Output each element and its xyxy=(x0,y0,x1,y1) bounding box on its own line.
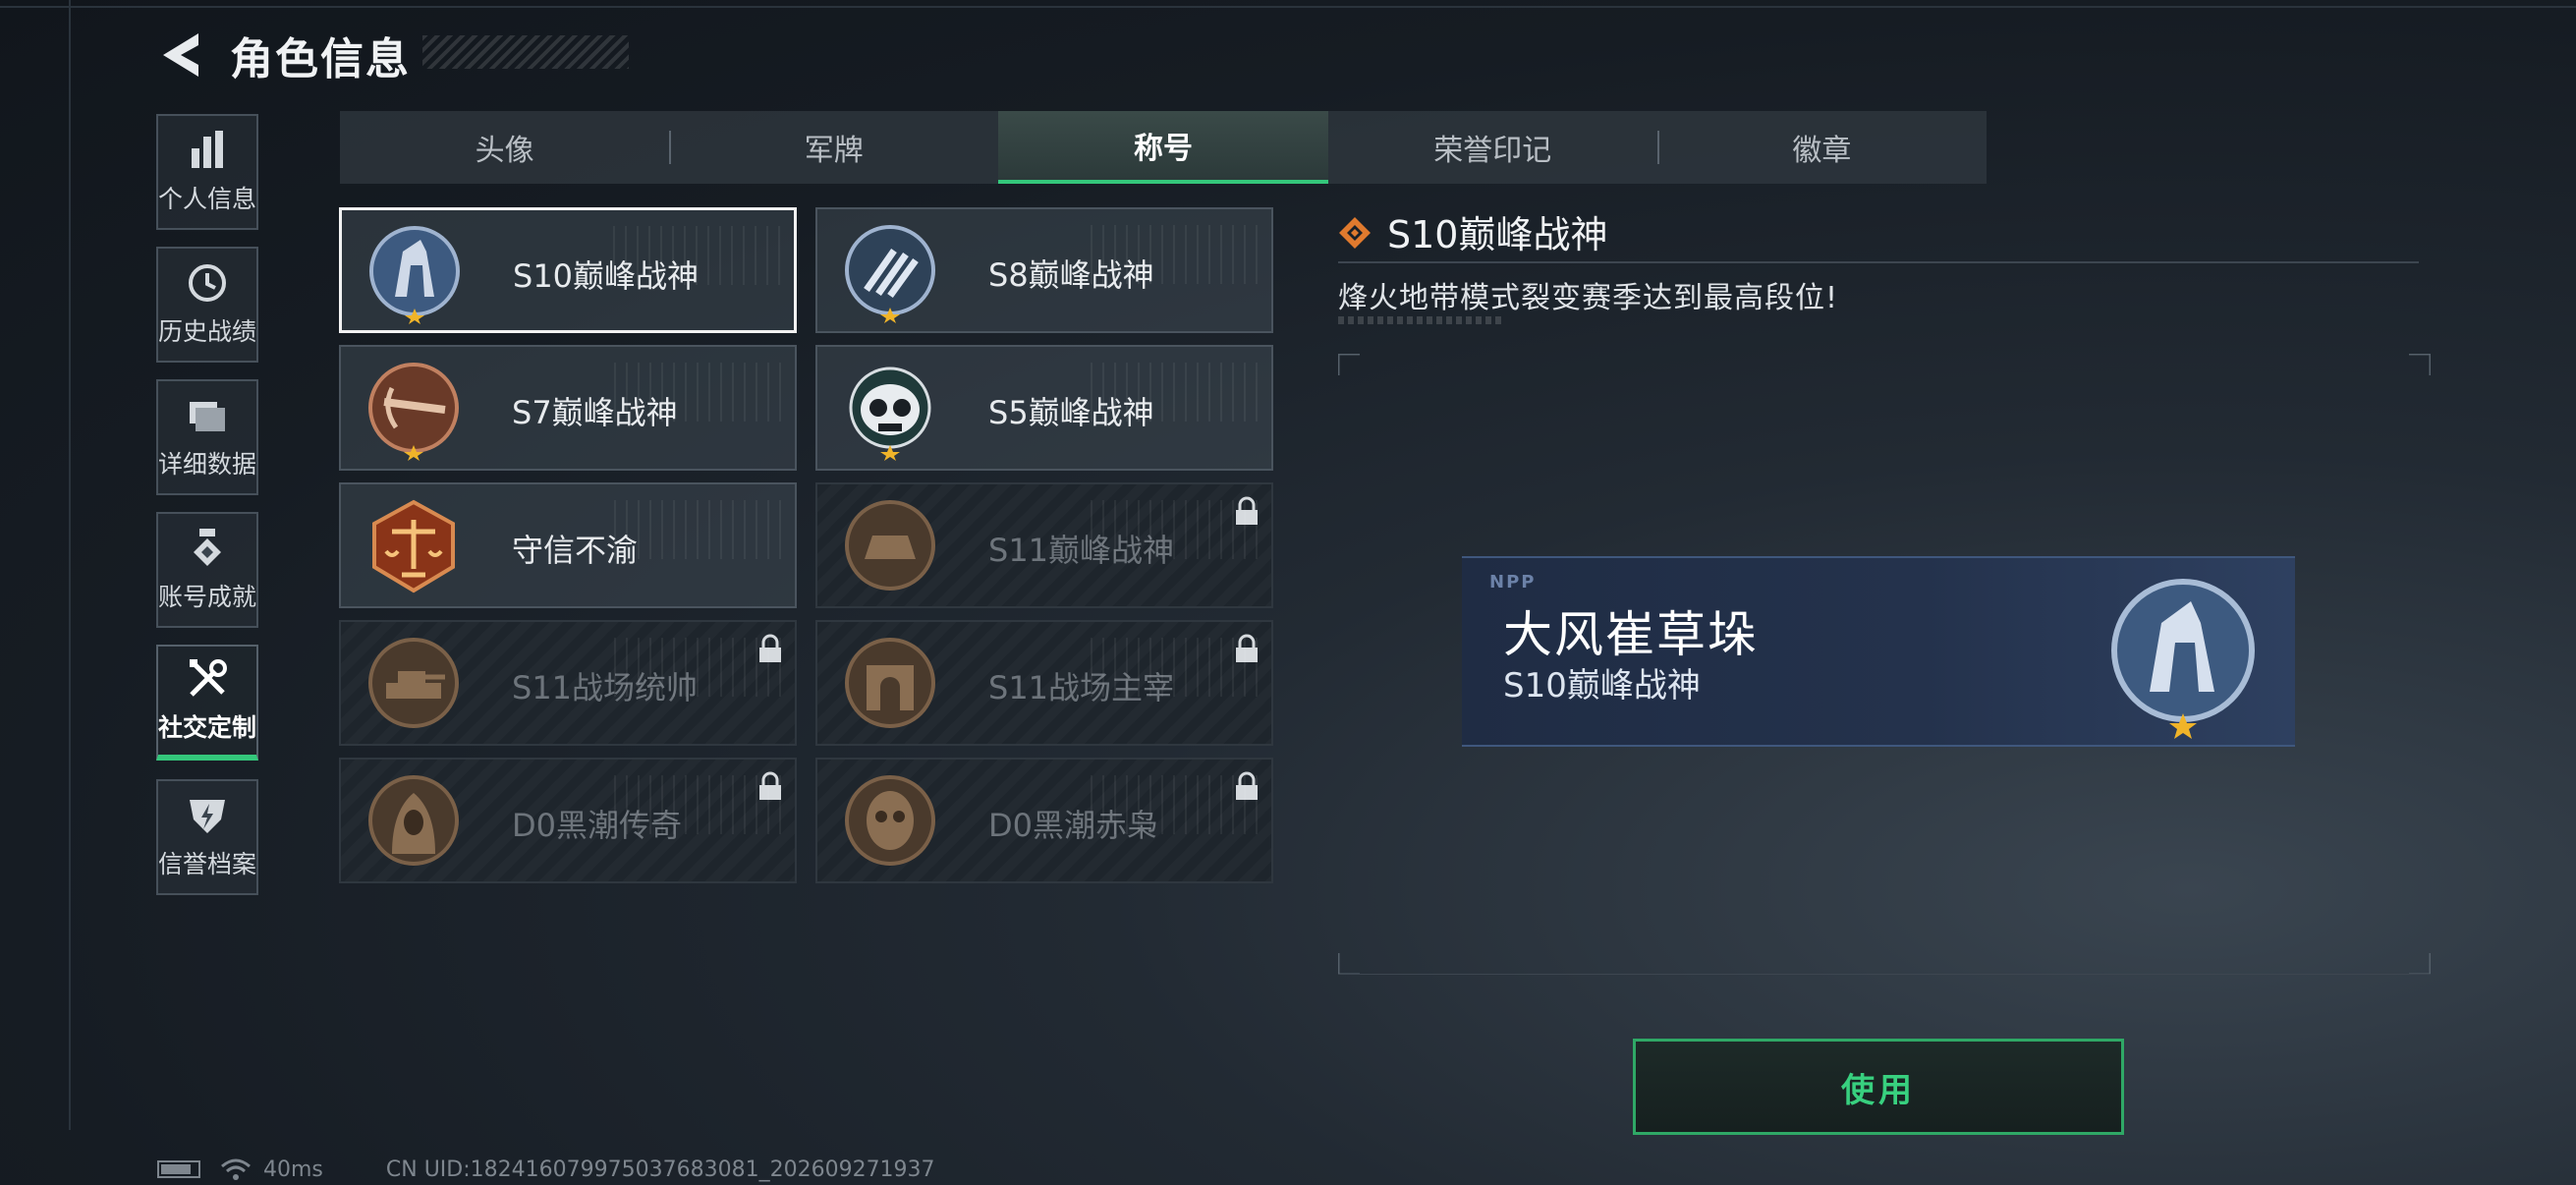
hooded-figure-emblem-icon xyxy=(368,775,459,866)
title-card-locked[interactable]: D0黑潮传奇 xyxy=(339,758,797,883)
shield-bolt-icon xyxy=(190,800,225,833)
lock-icon xyxy=(759,771,781,800)
uid-text: CN UID:182416079975037683081_20260927193… xyxy=(385,1157,935,1182)
title-name: S11巅峰战神 xyxy=(988,532,1175,569)
tower-emblem-icon xyxy=(369,226,460,324)
detail-decoration xyxy=(1338,316,1505,324)
sidebar-item-history[interactable]: 历史战绩 xyxy=(156,247,258,363)
scales-emblem-icon xyxy=(372,499,455,593)
use-button[interactable]: 使用 xyxy=(1633,1039,2124,1135)
tower-emblem-icon xyxy=(2111,579,2255,739)
title-card-locked[interactable]: D0黑潮赤枭 xyxy=(815,758,1273,883)
bronze-emblem-icon xyxy=(845,500,935,591)
battery-icon xyxy=(157,1160,200,1178)
diamond-icon xyxy=(1339,217,1371,249)
ping-value: 40ms xyxy=(263,1157,323,1182)
title-card-locked[interactable]: S11巅峰战神 xyxy=(815,482,1273,608)
title-name: D0黑潮传奇 xyxy=(512,807,683,844)
tab-honor-mark[interactable]: 荣誉印记 xyxy=(1328,111,1657,184)
nameplate-title: S10巅峰战神 xyxy=(1503,666,1701,705)
sidebar-item-detailed-data[interactable]: 详细数据 xyxy=(156,379,258,495)
bar-chart-icon xyxy=(192,131,223,168)
page-title: 角色信息 xyxy=(230,34,411,85)
medal-icon xyxy=(194,529,221,566)
lock-icon xyxy=(1236,496,1258,525)
lock-icon xyxy=(1236,634,1258,662)
nameplate-preview: NPP 大风崔草垛 S10巅峰战神 xyxy=(1462,556,2295,747)
frame-line-top xyxy=(0,6,2576,8)
sidebar-item-label: 历史战绩 xyxy=(158,317,257,346)
title-name: S10巅峰战神 xyxy=(513,257,700,295)
status-bar: 40ms CN UID:182416079975037683081_202609… xyxy=(157,1156,935,1183)
sidebar-item-label: 详细数据 xyxy=(158,450,257,479)
title-name: S8巅峰战神 xyxy=(988,256,1154,294)
tank-emblem-icon xyxy=(368,638,459,728)
title-decoration xyxy=(422,35,629,69)
arch-emblem-icon xyxy=(845,638,935,728)
tools-icon xyxy=(190,659,227,697)
sidebar-item-label: 个人信息 xyxy=(158,185,257,213)
tab-badge[interactable]: 徽章 xyxy=(1656,111,1987,184)
clock-history-icon xyxy=(189,264,226,302)
title-name: S5巅峰战神 xyxy=(988,394,1154,431)
sidebar-item-credit-record[interactable]: 信誉档案 xyxy=(156,779,258,895)
nameplate-tag: NPP xyxy=(1489,572,1537,592)
tab-title[interactable]: 称号 xyxy=(998,111,1328,184)
detail-description: 烽火地带模式裂变赛季达到最高段位! xyxy=(1338,281,1839,315)
sidebar-item-label: 社交定制 xyxy=(158,713,257,742)
title-card-locked[interactable]: S11战场主宰 xyxy=(815,620,1273,746)
nameplate-player-name: 大风崔草垛 xyxy=(1503,606,1759,663)
sidebar-item-social-custom[interactable]: 社交定制 xyxy=(156,645,258,761)
title-name: S11战场主宰 xyxy=(988,669,1175,706)
title-name: 守信不渝 xyxy=(512,532,639,569)
sidebar-item-label: 信誉档案 xyxy=(158,850,257,878)
lock-icon xyxy=(1236,771,1258,800)
frame-line-left xyxy=(69,0,71,1130)
lock-icon xyxy=(759,634,781,662)
title-card-locked[interactable]: S11战场统帅 xyxy=(339,620,797,746)
title-name: S11战场统帅 xyxy=(512,669,699,706)
detail-title: S10巅峰战神 xyxy=(1387,213,1608,256)
title-card[interactable]: S10巅峰战神 xyxy=(339,207,797,333)
sidebar-item-label: 账号成就 xyxy=(158,583,257,611)
slash-emblem-icon xyxy=(845,225,935,323)
sidebar-item-achievements[interactable]: 账号成就 xyxy=(156,512,258,628)
wifi-icon xyxy=(221,1158,251,1180)
title-name: S7巅峰战神 xyxy=(512,394,678,431)
tab-bar: 头像 军牌 称号 荣誉印记 徽章 xyxy=(340,111,1987,184)
mask-emblem-icon xyxy=(845,775,935,866)
title-card[interactable]: S5巅峰战神 xyxy=(815,345,1273,471)
title-card[interactable]: S7巅峰战神 xyxy=(339,345,797,471)
title-card[interactable]: S8巅峰战神 xyxy=(815,207,1273,333)
tab-dog-tag[interactable]: 军牌 xyxy=(669,111,998,184)
back-arrow-icon xyxy=(163,33,198,77)
sidebar-item-personal-info[interactable]: 个人信息 xyxy=(156,114,258,230)
back-button[interactable] xyxy=(155,29,210,81)
tab-avatar[interactable]: 头像 xyxy=(340,111,669,184)
detail-divider xyxy=(1338,261,2419,263)
crossbow-emblem-icon xyxy=(368,363,459,461)
skull-emblem-icon xyxy=(849,367,931,461)
folder-icon xyxy=(190,402,225,431)
title-card[interactable]: 守信不渝 xyxy=(339,482,797,608)
title-name: D0黑潮赤枭 xyxy=(988,807,1159,844)
